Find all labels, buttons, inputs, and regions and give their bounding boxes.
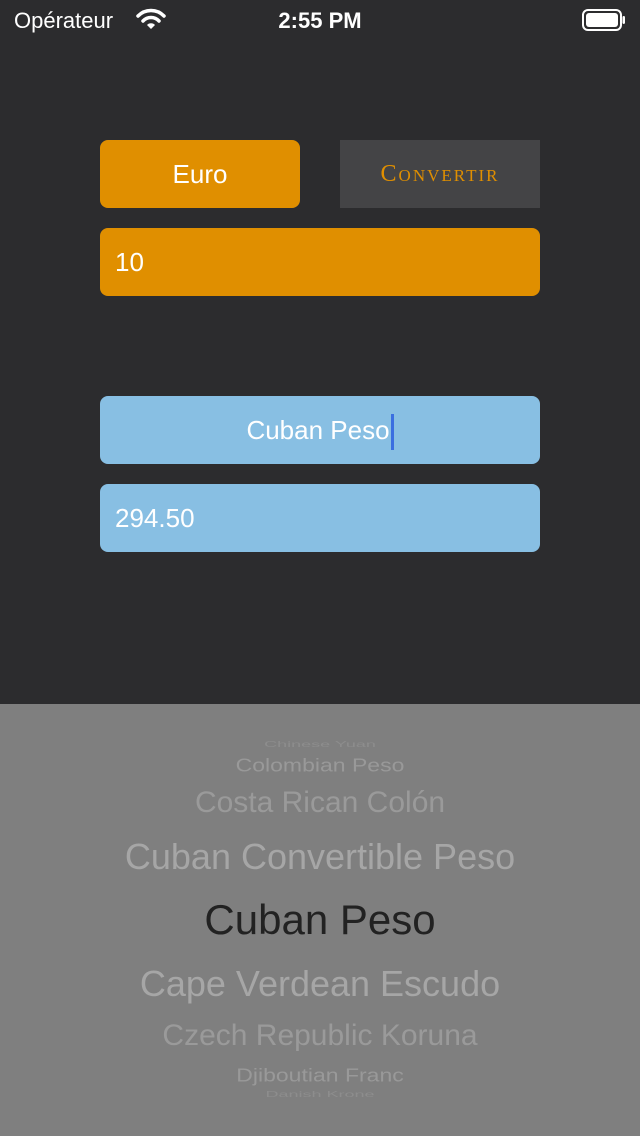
picker-row-selected[interactable]: Cuban Peso [0,896,640,944]
picker-row[interactable]: Costa Rican Colón [0,786,640,820]
picker-row[interactable]: Danish Krone [0,1090,640,1099]
to-currency-field[interactable]: Cuban Peso [100,396,540,464]
result-output: 294.50 [100,484,540,552]
picker-row[interactable]: Djiboutian Franc [0,1065,640,1087]
text-caret [390,414,394,451]
picker-row[interactable]: Colombian Peso [0,755,640,777]
battery-icon [582,9,625,31]
status-time: 2:55 PM [278,8,362,33]
amount-input[interactable]: 10 [100,228,540,296]
status-bar: Opérateur 2:55 PM [0,0,640,40]
picker-row[interactable]: Chinese Yuan [0,740,640,749]
picker-row[interactable]: Cuban Convertible Peso [0,836,640,878]
picker-row[interactable]: Czech Republic Koruna [0,1019,640,1053]
to-currency-label: Cuban Peso [246,415,390,445]
from-currency-button[interactable]: Euro [100,140,300,208]
picker-row[interactable]: Cape Verdean Escudo [0,963,640,1005]
currency-picker[interactable]: Chinese Yuan Colombian Peso Costa Rican … [0,704,640,1136]
convert-button[interactable]: Convertir [340,140,540,208]
